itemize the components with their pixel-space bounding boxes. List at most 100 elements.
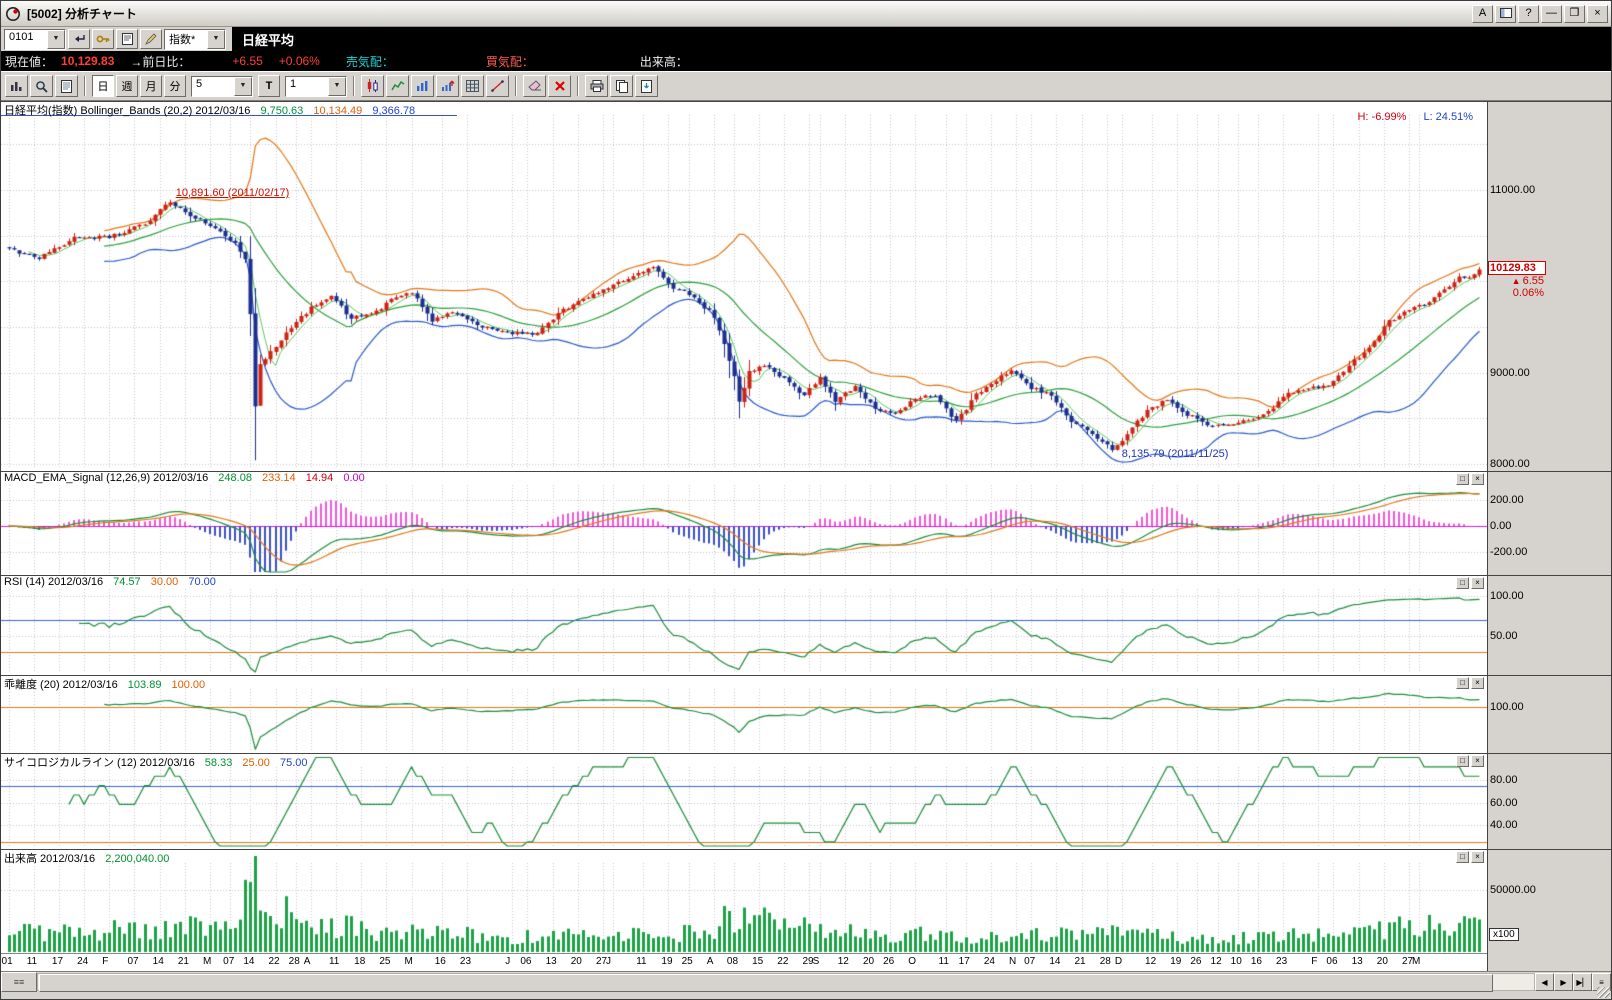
macd-plot[interactable]: MACD_EMA_Signal (12,26,9) 2012/03/16 248… bbox=[1, 472, 1488, 575]
close-button[interactable]: × bbox=[1587, 5, 1608, 23]
x-axis-label: M bbox=[203, 956, 211, 967]
psychological-plot[interactable]: サイコロジカルライン (12) 2012/03/16 58.33 25.00 7… bbox=[1, 754, 1488, 849]
index-category-combo[interactable]: 指数* ▼ bbox=[164, 29, 226, 50]
x-axis-label: M bbox=[405, 956, 413, 967]
macd-panel-header: MACD_EMA_Signal (12,26,9) 2012/03/16 248… bbox=[4, 472, 365, 484]
x-axis-label: 15 bbox=[752, 956, 763, 967]
zoom-button[interactable] bbox=[30, 75, 53, 97]
bottom-frame bbox=[1, 992, 1611, 999]
panel-maximize-button[interactable]: □ bbox=[1456, 851, 1469, 863]
period-daily-button[interactable]: 日 bbox=[92, 75, 114, 97]
psychological-panel: サイコロジカルライン (12) 2012/03/16 58.33 25.00 7… bbox=[1, 753, 1611, 849]
rsi-plot[interactable]: RSI (14) 2012/03/16 74.57 30.00 70.00 □ … bbox=[1, 576, 1488, 675]
price-change-tag: ▲6.55 bbox=[1488, 275, 1544, 287]
scroll-right-button[interactable]: ▶ bbox=[1554, 973, 1573, 991]
grid-toggle-button[interactable] bbox=[461, 75, 484, 97]
x-axis-label: 12 bbox=[1211, 956, 1222, 967]
axis-label: 40.00 bbox=[1490, 819, 1518, 831]
clear-all-button[interactable] bbox=[548, 75, 571, 97]
register-note-button[interactable] bbox=[116, 29, 138, 49]
kairi-canvas[interactable] bbox=[1, 676, 1487, 752]
titlebar[interactable]: [5002] 分析チャート A ? — ❐ × bbox=[1, 1, 1611, 27]
scroll-end-button[interactable]: ▶▏ bbox=[1573, 973, 1592, 991]
panel-maximize-button[interactable]: □ bbox=[1456, 677, 1469, 689]
bar-chart-button[interactable] bbox=[411, 75, 434, 97]
x-axis-label: 08 bbox=[727, 956, 738, 967]
x-axis-label: 28 bbox=[289, 956, 300, 967]
font-size-button[interactable]: A bbox=[1472, 5, 1493, 23]
period-weekly-button[interactable]: 週 bbox=[116, 75, 138, 97]
current-price-box: 10129.83 bbox=[1488, 261, 1546, 275]
volume-plot[interactable]: 出来高 2012/03/16 2,200,040.00 □ × 01111724… bbox=[1, 850, 1488, 971]
macd-canvas[interactable] bbox=[1, 472, 1487, 574]
panel-close-button[interactable]: × bbox=[1471, 755, 1484, 767]
x-axis-label: 11 bbox=[636, 956, 646, 967]
key-button[interactable] bbox=[92, 29, 114, 49]
rsi-panel-header: RSI (14) 2012/03/16 74.57 30.00 70.00 bbox=[4, 576, 216, 588]
trendline-button[interactable] bbox=[486, 75, 509, 97]
main-chart-canvas[interactable] bbox=[1, 102, 1487, 470]
dropdown-arrow-icon[interactable]: ▼ bbox=[234, 77, 252, 96]
scrollbar-thumb[interactable] bbox=[39, 974, 1493, 992]
x-axis-label: 26 bbox=[883, 956, 894, 967]
copy-chart-button[interactable] bbox=[610, 75, 633, 97]
dropdown-arrow-icon[interactable]: ▼ bbox=[328, 77, 346, 96]
line-chart-button[interactable] bbox=[386, 75, 409, 97]
candlestick-chart-button[interactable] bbox=[361, 75, 384, 97]
minimize-button[interactable]: — bbox=[1541, 5, 1562, 23]
period-minute-button[interactable]: 分 bbox=[164, 75, 186, 97]
axis-label: 50000.00 bbox=[1490, 884, 1536, 896]
x-axis-label: 12 bbox=[1145, 956, 1156, 967]
scroll-left-button[interactable]: ◀ bbox=[1535, 973, 1554, 991]
macd-zero-value: 0.00 bbox=[343, 472, 364, 484]
peak-annotation: 10,891.60 (2011/02/17) bbox=[176, 187, 290, 199]
rsi-upper-line-value: 70.00 bbox=[188, 576, 216, 588]
symbol-code-combo[interactable]: 0101 ▼ bbox=[4, 29, 66, 50]
macd-panel: MACD_EMA_Signal (12,26,9) 2012/03/16 248… bbox=[1, 471, 1611, 575]
panel-maximize-button[interactable]: □ bbox=[1456, 473, 1469, 485]
rsi-canvas[interactable] bbox=[1, 576, 1487, 674]
enter-button[interactable] bbox=[68, 29, 90, 49]
x-axis-label: 07 bbox=[127, 956, 138, 967]
panel-maximize-button[interactable]: □ bbox=[1456, 755, 1469, 767]
dropdown-arrow-icon[interactable]: ▼ bbox=[207, 30, 225, 49]
panel-close-button[interactable]: × bbox=[1471, 473, 1484, 485]
panel-close-button[interactable]: × bbox=[1471, 677, 1484, 689]
quote-board-button[interactable] bbox=[5, 75, 28, 97]
print-button[interactable] bbox=[585, 75, 608, 97]
window-title: [5002] 分析チャート bbox=[27, 5, 137, 22]
tick-button[interactable]: T bbox=[258, 75, 280, 97]
x-axis-label: 11 bbox=[939, 956, 949, 967]
x-axis-label: A bbox=[304, 956, 311, 967]
x-axis-label: 25 bbox=[682, 956, 693, 967]
axis-label: 100.00 bbox=[1490, 590, 1524, 602]
eraser-button[interactable] bbox=[523, 75, 546, 97]
scrollbar-grip[interactable]: ≡≡ bbox=[1, 972, 37, 992]
horizontal-scrollbar[interactable]: ≡≡ ◀ ▶ ▶▏ ≡ bbox=[1, 971, 1611, 992]
dropdown-arrow-icon[interactable]: ▼ bbox=[47, 30, 65, 49]
maximize-button[interactable]: ❐ bbox=[1564, 5, 1585, 23]
indicator-add-button[interactable] bbox=[436, 75, 459, 97]
kairi-indicator-label: 乖離度 (20) 2012/03/16 bbox=[4, 679, 118, 691]
resize-grip-icon[interactable] bbox=[1597, 987, 1610, 998]
x-axis-label: 24 bbox=[77, 956, 88, 967]
main-indicator-label: 日経平均(指数) Bollinger_Bands (20,2) 2012/03/… bbox=[4, 105, 250, 117]
panel-close-button[interactable]: × bbox=[1471, 577, 1484, 589]
edit-pencil-button[interactable] bbox=[140, 29, 162, 49]
help-button[interactable]: ? bbox=[1518, 5, 1539, 23]
minute-interval-value: 5 bbox=[192, 77, 234, 96]
new-page-button[interactable] bbox=[55, 75, 78, 97]
scrollbar-track[interactable] bbox=[37, 973, 1535, 991]
panel-close-button[interactable]: × bbox=[1471, 851, 1484, 863]
up-triangle-icon: ▲ bbox=[1512, 276, 1521, 286]
save-page-button[interactable] bbox=[635, 75, 658, 97]
kairi-plot[interactable]: 乖離度 (20) 2012/03/16 103.89 100.00 □ × bbox=[1, 676, 1488, 753]
period-monthly-button[interactable]: 月 bbox=[140, 75, 162, 97]
minute-interval-combo[interactable]: 5 ▼ bbox=[191, 76, 253, 97]
main-plot[interactable]: 日経平均(指数) Bollinger_Bands (20,2) 2012/03/… bbox=[1, 102, 1488, 471]
layout-icon[interactable] bbox=[1495, 5, 1516, 23]
volume-canvas[interactable] bbox=[1, 850, 1487, 954]
panel-maximize-button[interactable]: □ bbox=[1456, 577, 1469, 589]
main-chart-panel: 日経平均(指数) Bollinger_Bands (20,2) 2012/03/… bbox=[1, 101, 1611, 471]
tick-count-combo[interactable]: 1 ▼ bbox=[285, 76, 347, 97]
